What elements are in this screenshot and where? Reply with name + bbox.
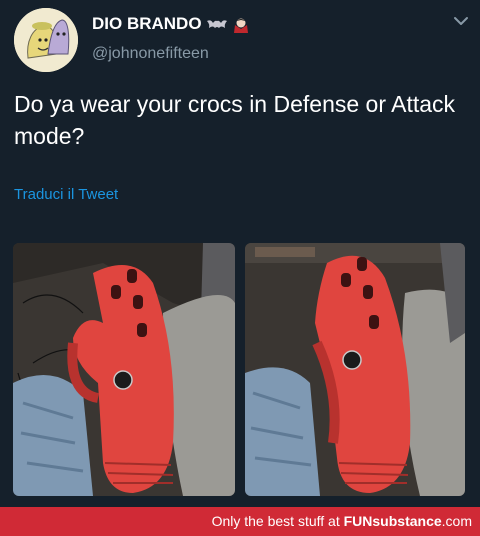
chevron-down-icon[interactable]	[452, 14, 470, 28]
user-handle[interactable]: @johnonefifteen	[92, 45, 209, 63]
footer-brand: FUNsubstance	[343, 513, 442, 529]
display-name[interactable]: DIO BRANDO	[92, 14, 202, 34]
vampire-icon	[232, 16, 254, 33]
photo-crocs-attack-mode[interactable]	[245, 243, 465, 496]
bat-icon	[206, 16, 228, 32]
footer-text[interactable]: Only the best stuff at FUNsubstance.com	[212, 513, 472, 529]
tweet-text: Do ya wear your crocs in Defense or Atta…	[14, 91, 456, 149]
avatar[interactable]	[14, 8, 78, 72]
footer-tagline: Only the best stuff at	[211, 513, 340, 529]
photo-crocs-defense-mode[interactable]	[13, 243, 235, 496]
footer-banner: Only the best stuff at FUNsubstance.com	[0, 507, 480, 536]
tweet-author[interactable]: DIO BRANDO	[92, 14, 254, 34]
translate-tweet-link[interactable]: Traduci il Tweet	[14, 186, 118, 203]
footer-brand-suffix: .com	[441, 513, 472, 529]
